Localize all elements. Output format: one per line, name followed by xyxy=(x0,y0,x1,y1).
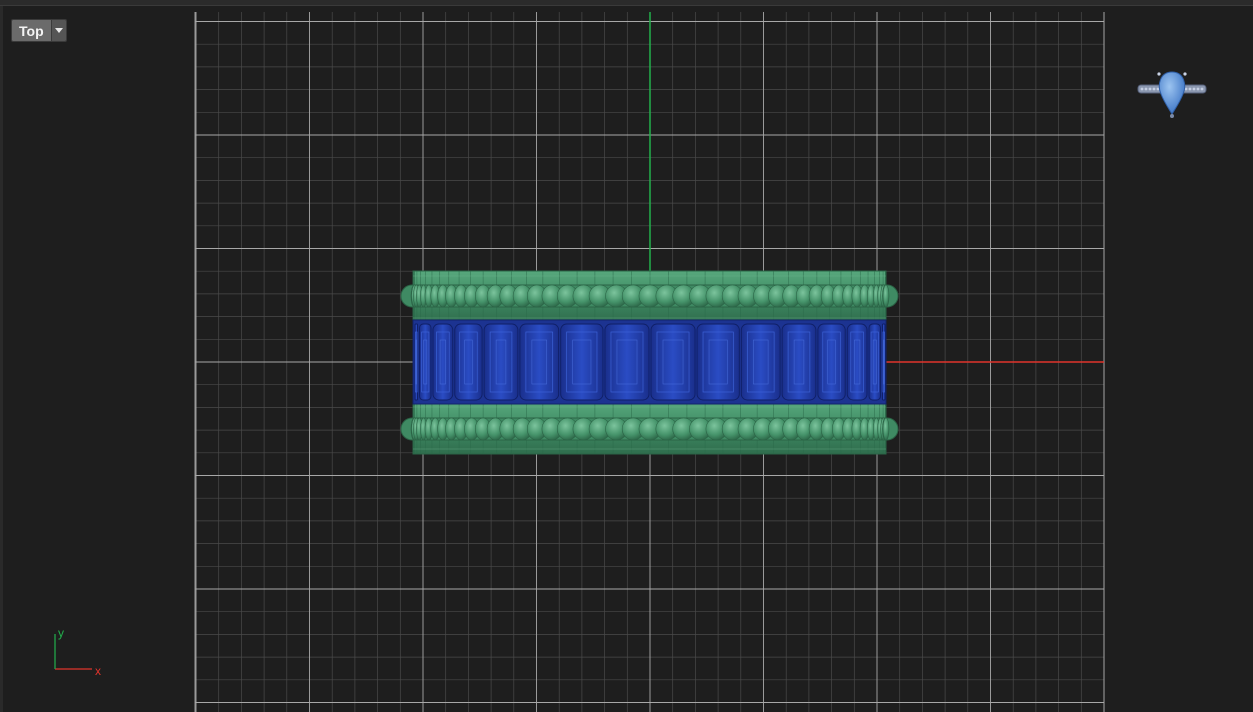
ring-model[interactable] xyxy=(400,270,899,455)
bead-row-bottom xyxy=(400,417,899,441)
axis-triad-y-label: y xyxy=(58,626,64,640)
chevron-down-icon[interactable] xyxy=(50,20,66,41)
view-dropdown[interactable]: Top xyxy=(11,19,67,42)
viewport-left-edge xyxy=(0,6,3,712)
viewport-scene[interactable] xyxy=(0,6,1253,712)
bead-row-top xyxy=(400,284,899,308)
viewport-top[interactable]: Top y x xyxy=(0,6,1253,712)
navigation-gizmo[interactable] xyxy=(1137,71,1207,118)
axis-triad-x-label: x xyxy=(95,664,101,678)
view-label[interactable]: Top xyxy=(12,20,51,41)
